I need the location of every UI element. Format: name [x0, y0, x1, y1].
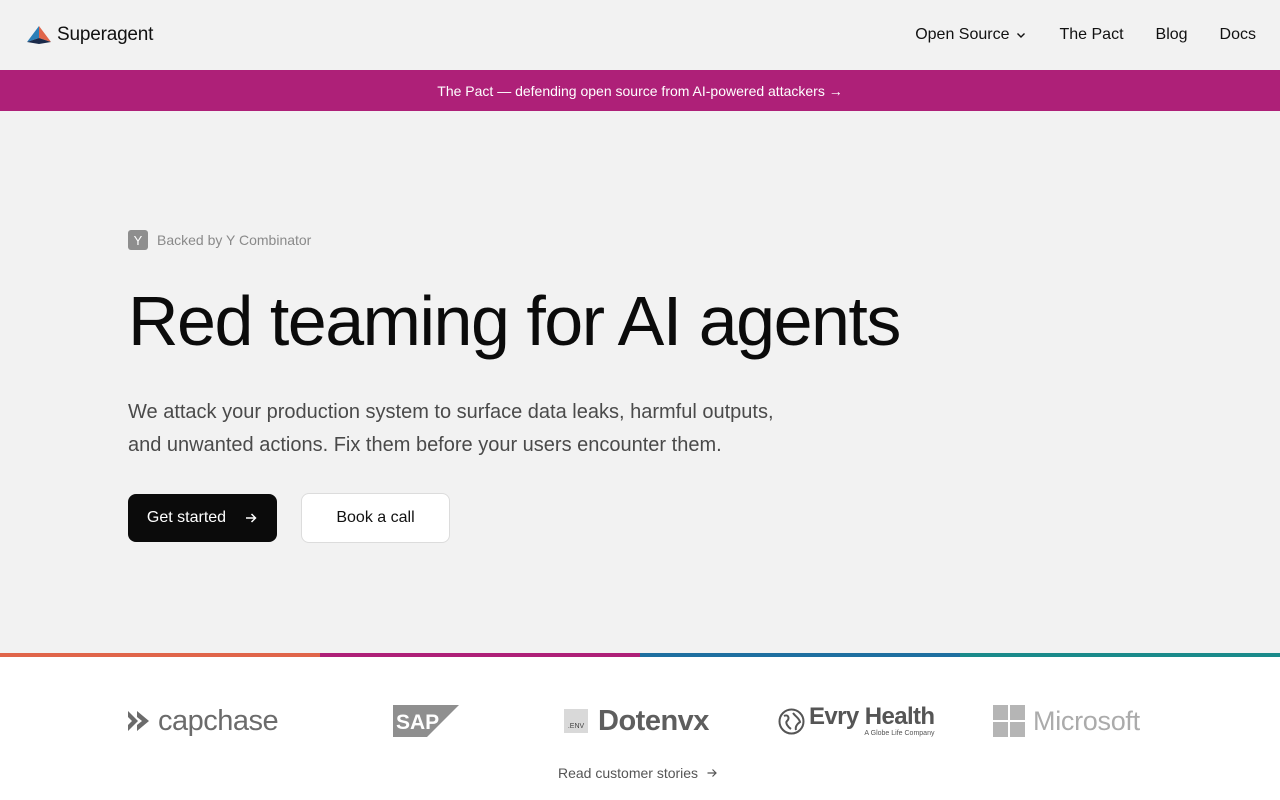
evry-health-logo: Evry Health A Globe Life Company [778, 703, 935, 739]
capchase-mark-icon [128, 711, 149, 731]
arrow-right-icon [707, 769, 717, 777]
microsoft-wordmark: Microsoft [1033, 705, 1140, 736]
get-started-button[interactable]: Get started [128, 494, 277, 542]
read-customer-stories-link[interactable]: Read customer stories [558, 765, 718, 781]
book-a-call-button[interactable]: Book a call [301, 493, 450, 543]
evry-health-wordmark: Evry Health [809, 703, 935, 730]
superagent-logo-icon [27, 26, 51, 44]
y-combinator-icon: Y [128, 230, 148, 250]
hero-subline-1: We attack your production system to surf… [128, 401, 774, 423]
announcement-text: The Pact — defending open source from AI… [437, 82, 843, 99]
evry-wordmark-group: Evry Health A Globe Life Company [809, 703, 935, 738]
microsoft-square [993, 722, 1008, 737]
dotenvx-wordmark: Dotenvx [598, 704, 709, 737]
customer-logos: capchase SAP .ENV Dotenvx Evry Health A … [0, 657, 1280, 800]
evry-tagline: A Globe Life Company [864, 730, 935, 737]
capchase-logo: capchase [128, 703, 279, 739]
microsoft-square [1010, 705, 1025, 720]
yc-backing-text: Backed by Y Combinator [157, 232, 312, 248]
arrow-right-icon [246, 513, 257, 523]
chevron-down-icon [1017, 33, 1026, 38]
read-customer-stories-label: Read customer stories [558, 765, 699, 781]
microsoft-logo: Microsoft [993, 703, 1140, 739]
hero-headline: Red teaming for AI agents [128, 282, 901, 360]
nav-docs[interactable]: Docs [1220, 26, 1256, 44]
env-file-icon: .ENV [564, 709, 588, 733]
yc-backing: Y Backed by Y Combinator [128, 230, 1028, 250]
main-nav: Open Source The Pact Blog Docs [915, 26, 1256, 44]
microsoft-square [1010, 722, 1025, 737]
sap-logo: SAP [393, 703, 459, 739]
nav-blog[interactable]: Blog [1156, 26, 1188, 44]
sap-wordmark: SAP [396, 711, 439, 734]
sap-logo-icon: SAP [393, 705, 459, 737]
capchase-wordmark: capchase [158, 704, 279, 737]
brand-logo-link[interactable]: Superagent [25, 24, 153, 46]
get-started-label: Get started [146, 509, 227, 526]
hero-subheadline: We attack your production system to surf… [128, 396, 828, 462]
nav-the-pact[interactable]: The Pact [1059, 26, 1123, 44]
globe-icon [778, 708, 805, 734]
hero-cta-group: Get started Book a call [128, 493, 1028, 543]
hero-subline-2: and unwanted actions. Fix them before yo… [128, 434, 722, 456]
hero-section: Y Backed by Y Combinator Red teaming for… [128, 230, 1028, 543]
site-header: Superagent Open Source The Pact Blog Doc… [0, 0, 1280, 70]
announcement-banner[interactable]: The Pact — defending open source from AI… [0, 70, 1280, 111]
brand-name: Superagent [57, 24, 154, 45]
microsoft-square [993, 705, 1008, 720]
microsoft-grid-icon [993, 705, 1025, 737]
nav-open-source-label: Open Source [915, 26, 1010, 43]
dotenvx-logo: .ENV Dotenvx [564, 703, 709, 739]
nav-open-source[interactable]: Open Source [915, 26, 1027, 44]
